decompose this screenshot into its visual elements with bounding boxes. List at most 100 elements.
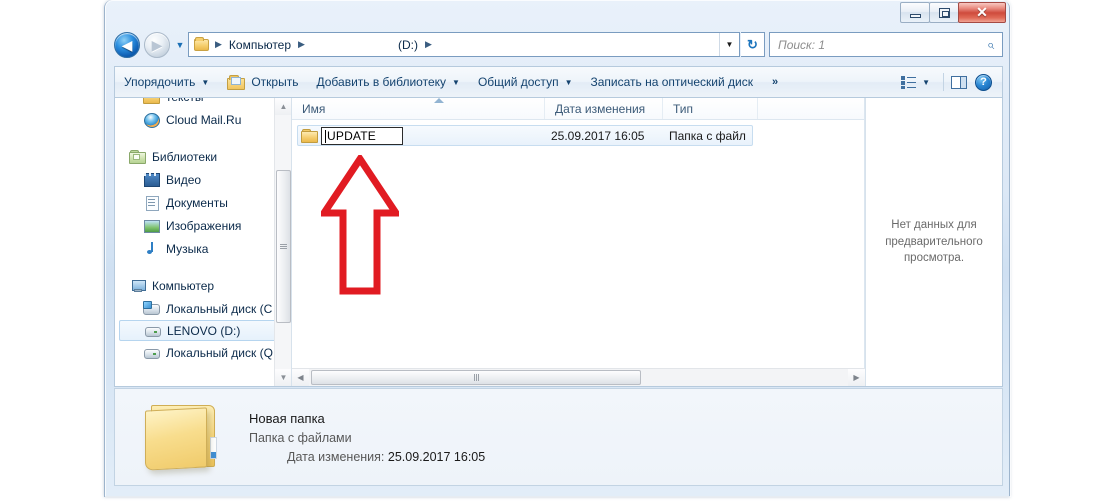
- share-button[interactable]: Общий доступ ▼: [469, 67, 582, 97]
- scroll-left-button[interactable]: ◀: [292, 369, 309, 386]
- sort-ascending-icon: [434, 98, 444, 103]
- show-preview-pane-button[interactable]: [951, 75, 967, 89]
- sidebar-item-label: Музыка: [166, 241, 209, 256]
- cell-type: Папка с файл: [669, 128, 746, 143]
- back-button[interactable]: ◀: [114, 32, 140, 58]
- scroll-right-button[interactable]: ▶: [848, 369, 865, 386]
- explorer-content: тексты Cloud Mail.Ru Библиотеки Видео: [114, 97, 1003, 387]
- sidebar-item-pictures[interactable]: Изображения: [115, 214, 291, 237]
- scrollbar-thumb[interactable]: [276, 170, 291, 323]
- minimize-button[interactable]: [900, 2, 930, 23]
- sidebar-item-texts[interactable]: тексты: [115, 98, 291, 108]
- video-icon: [143, 172, 160, 187]
- preview-empty-message: Нет данных для предварительного просмотр…: [885, 218, 983, 265]
- large-folder-icon: [141, 397, 233, 477]
- column-header-name[interactable]: Имя: [292, 98, 545, 119]
- column-header-label: Имя: [302, 101, 326, 116]
- sidebar-item-libraries[interactable]: Библиотеки: [115, 145, 291, 168]
- maximize-button[interactable]: [929, 2, 959, 23]
- sidebar-item-local-disk-q[interactable]: Локальный диск (Q: [115, 341, 291, 364]
- navigation-pane: тексты Cloud Mail.Ru Библиотеки Видео: [115, 98, 291, 386]
- rename-input-value: UPDATE: [327, 128, 376, 143]
- sidebar-item-cloud-mailru[interactable]: Cloud Mail.Ru: [115, 108, 291, 131]
- minimize-icon: [909, 13, 921, 18]
- change-view-button[interactable]: ▼: [895, 75, 936, 89]
- toolbar-right-group: ▼ ?: [895, 67, 1002, 97]
- sidebar-item-label: Локальный диск (Q: [166, 345, 273, 360]
- hscrollbar-thumb[interactable]: [311, 370, 641, 385]
- refresh-icon: ↻: [747, 36, 758, 52]
- address-row: ◀ ▶ ▼ ▶ Компьютер ▶ (D:) ▶ ▼ ↻ Поиск: 1 …: [105, 28, 1011, 64]
- table-row[interactable]: UPDATE 25.09.2017 16:05 Папка с файл: [297, 125, 753, 146]
- navigation-pane-scrollbar[interactable]: ▲ ▼: [274, 98, 291, 386]
- drive-icon: [143, 345, 160, 360]
- window-controls: ✕: [900, 2, 1006, 24]
- close-button[interactable]: ✕: [958, 2, 1006, 23]
- open-folder-icon: [227, 74, 246, 90]
- chevron-down-icon: ▼: [564, 77, 573, 87]
- scroll-down-button[interactable]: ▼: [275, 369, 291, 386]
- annotation-up-arrow-icon: [321, 155, 399, 295]
- organize-button[interactable]: Упорядочить ▼: [115, 67, 218, 97]
- sidebar-item-local-disk-c[interactable]: Локальный диск (C: [115, 297, 291, 320]
- breadcrumb-separator-1[interactable]: ▶: [293, 39, 310, 50]
- chevron-down-icon: ▼: [452, 77, 460, 87]
- column-header-type[interactable]: Тип: [663, 98, 758, 119]
- forward-button[interactable]: ▶: [144, 32, 170, 58]
- sidebar-item-label: Библиотеки: [152, 149, 218, 164]
- breadcrumb-item-drive[interactable]: (D:): [396, 38, 420, 52]
- screenshot-root: ✕ ◀ ▶ ▼ ▶ Компьютер ▶ (D:) ▶ ▼ ↻ Поиск: …: [0, 0, 1094, 501]
- sidebar-item-label: Cloud Mail.Ru: [166, 112, 242, 127]
- search-input[interactable]: Поиск: 1 ⌕: [769, 32, 1003, 57]
- recent-locations-button[interactable]: ▼: [174, 40, 186, 50]
- search-icon: ⌕: [986, 36, 994, 52]
- sidebar-item-label: тексты: [166, 98, 204, 104]
- sidebar-item-computer[interactable]: Компьютер: [115, 274, 291, 297]
- address-dropdown-icon[interactable]: ▼: [719, 33, 739, 56]
- details-date-row: Дата изменения: 25.09.2017 16:05: [249, 450, 485, 464]
- toolbar-overflow-button[interactable]: »: [762, 76, 788, 88]
- details-pane: Новая папка Папка с файлами Дата изменен…: [114, 388, 1003, 486]
- rename-input[interactable]: UPDATE: [321, 126, 403, 145]
- close-icon: ✕: [976, 4, 988, 20]
- scrollbar-grip-icon: [473, 374, 479, 381]
- burn-button[interactable]: Записать на оптический диск: [581, 67, 762, 97]
- open-label: Открыть: [251, 75, 299, 89]
- folder-icon: [143, 98, 160, 104]
- details-item-type: Папка с файлами: [249, 430, 352, 445]
- breadcrumb-item-computer[interactable]: Компьютер: [227, 38, 293, 52]
- sidebar-item-label: Видео: [166, 172, 202, 187]
- scroll-up-button[interactable]: ▲: [275, 98, 291, 115]
- breadcrumb-separator-2[interactable]: ▶: [420, 39, 437, 50]
- back-arrow-icon: ◀: [121, 37, 133, 53]
- command-toolbar: Упорядочить ▼ Открыть Добавить в библиот…: [114, 66, 1003, 97]
- organize-label: Упорядочить: [124, 75, 196, 89]
- search-placeholder: Поиск: 1: [778, 37, 826, 52]
- sidebar-item-documents[interactable]: Документы: [115, 191, 291, 214]
- chevron-down-icon: ▼: [922, 77, 930, 87]
- sidebar-item-music[interactable]: Музыка: [115, 237, 291, 260]
- breadcrumb-separator-0[interactable]: ▶: [210, 39, 227, 50]
- help-icon[interactable]: ?: [975, 73, 992, 91]
- details-item-name: Новая папка: [249, 410, 325, 426]
- forward-arrow-icon: ▶: [151, 37, 163, 53]
- refresh-button[interactable]: ↻: [741, 32, 765, 57]
- column-header-date-modified[interactable]: Дата изменения: [545, 98, 663, 119]
- documents-icon: [143, 195, 160, 211]
- file-list-horizontal-scrollbar[interactable]: ◀ ▶: [292, 368, 865, 386]
- sidebar-item-lenovo-d[interactable]: LENOVO (D:): [119, 320, 289, 341]
- sidebar-item-video[interactable]: Видео: [115, 168, 291, 191]
- column-header-row: Имя Дата изменения Тип: [292, 98, 865, 120]
- details-date-label: Дата изменения:: [287, 449, 385, 464]
- address-bar[interactable]: ▶ Компьютер ▶ (D:) ▶ ▼: [188, 32, 740, 57]
- open-button[interactable]: Открыть: [218, 67, 307, 97]
- details-text-group: Новая папка Папка с файлами Дата изменен…: [249, 411, 485, 464]
- cell-date-modified: 25.09.2017 16:05: [551, 128, 645, 143]
- sidebar-item-label: Локальный диск (C: [166, 301, 273, 316]
- title-bar: ✕: [105, 0, 1011, 28]
- add-to-library-label: Добавить в библиотеку: [316, 75, 447, 89]
- add-to-library-button[interactable]: Добавить в библиотеку ▼: [307, 67, 468, 97]
- computer-icon: [129, 278, 146, 293]
- column-header-label: Тип: [673, 101, 694, 116]
